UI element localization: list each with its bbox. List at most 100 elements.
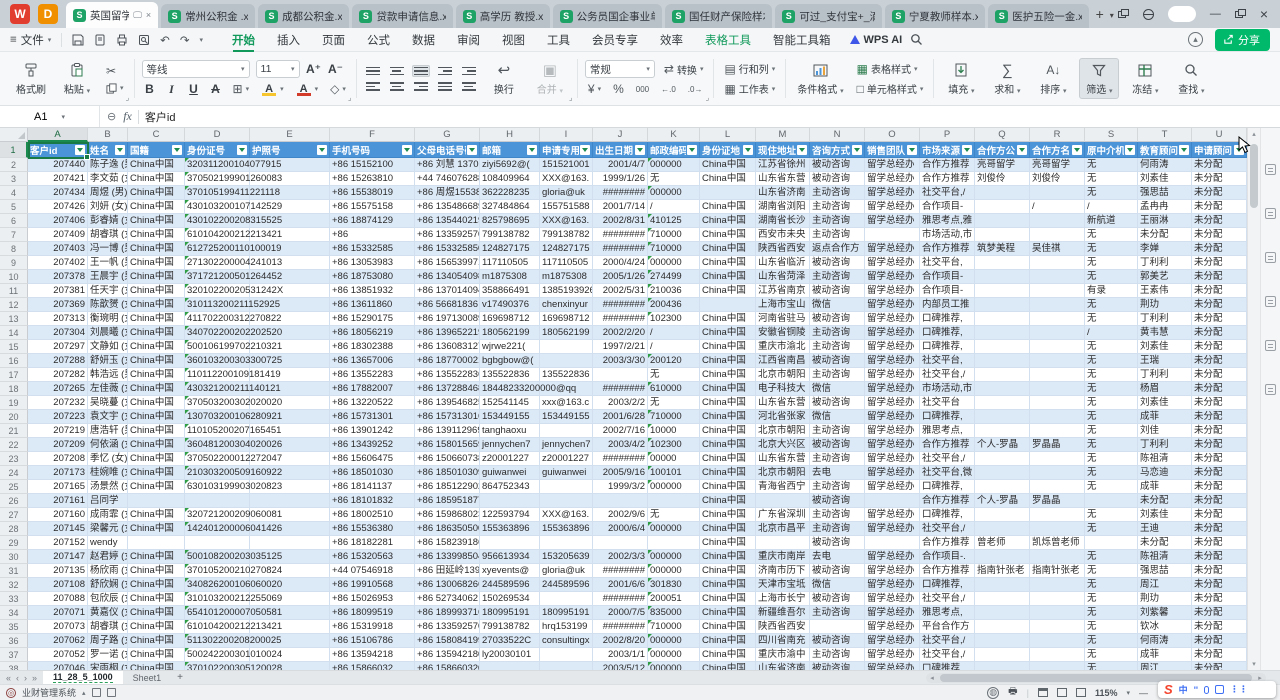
close-tab-icon[interactable]: × [146, 10, 151, 20]
save-icon[interactable] [72, 34, 84, 46]
cell-L7[interactable]: China中国 [700, 228, 756, 242]
font-name-select[interactable]: 等线▾ [142, 60, 250, 78]
sort-button[interactable]: A↓ 排序 ▾ [1033, 59, 1073, 98]
cell-U32[interactable]: 未分配 [1192, 578, 1247, 592]
cell-T2[interactable]: 何雨涛 [1138, 158, 1192, 172]
cell-D16[interactable]: 360103200303300725 [185, 354, 250, 368]
row-number[interactable]: 5 [0, 200, 28, 214]
row-number[interactable]: 28 [0, 522, 28, 536]
cell-J38[interactable]: 2003/5/12 [593, 662, 648, 670]
cell-P3[interactable]: 合作方推荐 [920, 172, 975, 186]
cell-D13[interactable]: 411702200312270822 [185, 312, 250, 326]
cell-C16[interactable]: China中国 [128, 354, 185, 368]
status-tool-icon[interactable] [107, 688, 116, 697]
cell-C34[interactable]: China中国 [128, 606, 185, 620]
cell-Q31[interactable]: 指南针张老 [975, 564, 1030, 578]
cell-G23[interactable]: +86 1506607386 [415, 452, 480, 466]
cell-M16[interactable]: 江西省南昌 [756, 354, 810, 368]
cell-R14[interactable] [1030, 326, 1085, 340]
cell-G30[interactable]: +86 1339985047 [415, 550, 480, 564]
header-cell-F[interactable]: 手机号码 [330, 142, 415, 158]
cell-S21[interactable]: 无 [1085, 424, 1138, 438]
filter-dropdown-icon[interactable] [687, 145, 697, 155]
row-number[interactable]: 25 [0, 480, 28, 494]
menu-item-效率[interactable]: 效率 [649, 29, 694, 51]
cell-S8[interactable]: 无 [1085, 242, 1138, 256]
cell-C38[interactable]: China中国 [128, 662, 185, 670]
cell-P33[interactable]: 社交平台,/ [920, 592, 975, 606]
cell-G19[interactable]: +86 1395468251 [415, 396, 480, 410]
font-shrink-button[interactable]: A⁻ [328, 62, 344, 76]
cell-D34[interactable]: 654101200007050581 [185, 606, 250, 620]
cell-R32[interactable] [1030, 578, 1085, 592]
cell-U27[interactable]: 未分配 [1192, 508, 1247, 522]
cell-H27[interactable]: 122593794 [480, 508, 540, 522]
cell-C8[interactable]: China中国 [128, 242, 185, 256]
freeze-button[interactable]: 冻结 ▾ [1125, 59, 1165, 98]
cell-J17[interactable] [593, 368, 648, 382]
cell-C10[interactable]: China中国 [128, 270, 185, 284]
cell-I17[interactable]: 135522836 [540, 368, 593, 382]
column-letter-O[interactable]: O [865, 128, 920, 142]
cell-Q7[interactable] [975, 228, 1030, 242]
cell-K17[interactable]: 无 [648, 368, 700, 382]
cell-L10[interactable]: China中国 [700, 270, 756, 284]
cell-I11[interactable]: 1385193926 [540, 284, 593, 298]
cell-H18[interactable]: 18448233200000@qq [480, 382, 540, 396]
cell-B14[interactable]: 刘晨曦 (女 [88, 326, 128, 340]
cell-G7[interactable]: +86 1335925706 [415, 228, 480, 242]
cell-F36[interactable]: +86 15106786 [330, 634, 415, 648]
cell-G9[interactable]: +86 1565399710 [415, 256, 480, 270]
cell-N10[interactable]: 主动咨询 [810, 270, 865, 284]
cell-N11[interactable]: 被动咨询 [810, 284, 865, 298]
cell-I2[interactable]: 151521001 [540, 158, 593, 172]
number-format-select[interactable]: 常规▾ [585, 60, 655, 78]
cell-N13[interactable]: 被动咨询 [810, 312, 865, 326]
menu-item-开始[interactable]: 开始 [221, 29, 266, 51]
cell-T38[interactable]: 周江 [1138, 662, 1192, 670]
cell-A6[interactable]: 207406 [28, 214, 88, 228]
cell-A5[interactable]: 207426 [28, 200, 88, 214]
cell-R27[interactable] [1030, 508, 1085, 522]
cell-J4[interactable]: ######## [593, 186, 648, 200]
cell-B19[interactable]: 吴晓蔓 (女 [88, 396, 128, 410]
cell-A31[interactable]: 207135 [28, 564, 88, 578]
cell-S32[interactable]: 无 [1085, 578, 1138, 592]
cell-B23[interactable]: 季忆 (女) [88, 452, 128, 466]
cell-G8[interactable]: +86 1533258500 [415, 242, 480, 256]
cell-D10[interactable]: 371721200501264452 [185, 270, 250, 284]
cell-R38[interactable] [1030, 662, 1085, 670]
cell-N34[interactable]: 主动咨询 [810, 606, 865, 620]
cell-Q18[interactable] [975, 382, 1030, 396]
conditional-format-button[interactable]: 条件格式 ▾ [793, 59, 847, 98]
cell-M24[interactable]: 北京市朝阳 [756, 466, 810, 480]
document-tab[interactable]: S医护五险一金.xlsx [988, 4, 1088, 28]
cell-S11[interactable]: 有录 [1085, 284, 1138, 298]
cell-A18[interactable]: 207265 [28, 382, 88, 396]
document-tab[interactable]: S公务员国企事业单位 [553, 4, 662, 28]
cell-D23[interactable]: 370502200012272047 [185, 452, 250, 466]
cell-Q8[interactable]: 筑梦美程 [975, 242, 1030, 256]
cell-B8[interactable]: 冯一博 (男 [88, 242, 128, 256]
cell-D4[interactable]: 370105199411221118 [185, 186, 250, 200]
cell-S7[interactable]: 无 [1085, 228, 1138, 242]
cell-M36[interactable]: 四川省南充 [756, 634, 810, 648]
next-sheet-icon[interactable]: › [24, 673, 27, 683]
cell-M32[interactable]: 天津市宝坻 [756, 578, 810, 592]
cell-M17[interactable]: 北京市朝阳 [756, 368, 810, 382]
cell-H4[interactable]: 362228235 [480, 186, 540, 200]
cell-B22[interactable]: 何依涵 (女 [88, 438, 128, 452]
cell-P12[interactable]: 内部员工推 [920, 298, 975, 312]
cell-R8[interactable]: 吴佳祺 [1030, 242, 1085, 256]
cell-S22[interactable]: 无 [1085, 438, 1138, 452]
scroll-up-icon[interactable]: ▴ [1248, 128, 1260, 140]
cell-B10[interactable]: 王晨宇 (男 [88, 270, 128, 284]
cell-L8[interactable]: China中国 [700, 242, 756, 256]
cell-U17[interactable]: 未分配 [1192, 368, 1247, 382]
cell-A37[interactable]: 207052 [28, 648, 88, 662]
convert-button[interactable]: ⇄转换▾ [661, 61, 707, 78]
status-tool-icon[interactable] [92, 688, 101, 697]
cell-L20[interactable]: China中国 [700, 410, 756, 424]
format-painter-button[interactable]: 格式刷 [11, 59, 51, 98]
cell-U11[interactable]: 未分配 [1192, 284, 1247, 298]
